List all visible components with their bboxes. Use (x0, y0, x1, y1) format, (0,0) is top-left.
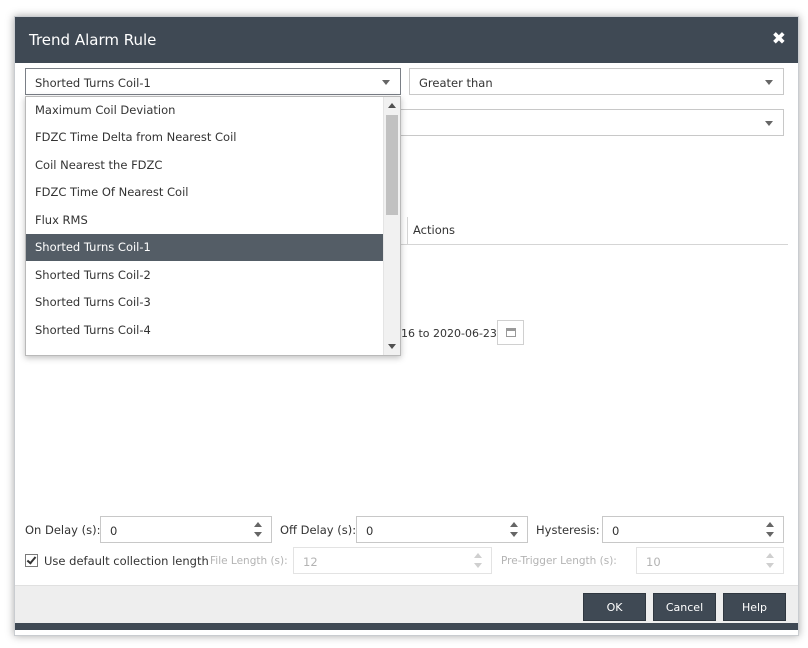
calendar-icon (506, 328, 516, 337)
list-item[interactable]: Flux RMS (26, 207, 383, 234)
parameter-select[interactable]: Shorted Turns Coil-1 (25, 68, 401, 95)
condition-select[interactable]: Greater than (409, 68, 784, 95)
condition-select-value: Greater than (419, 76, 493, 90)
scrollbar-thumb[interactable] (386, 115, 398, 215)
parameter-dropdown-list[interactable]: Maximum Coil Deviation FDZC Time Delta f… (25, 96, 401, 356)
spinner-arrows-icon[interactable] (254, 522, 263, 538)
off-delay-value: 0 (366, 524, 374, 538)
list-item[interactable]: Shorted Turns Coil-2 (26, 262, 383, 289)
list-item[interactable]: Shorted Turns Coil-3 (26, 289, 383, 316)
tab-separator (407, 217, 408, 245)
list-item[interactable]: Maximum Coil Deviation (26, 97, 383, 124)
dropdown-scrollbar[interactable] (383, 97, 400, 355)
date-range-text: -16 to 2020-06-23 (397, 327, 497, 340)
file-length-input[interactable]: 12 (293, 547, 492, 574)
calendar-button[interactable] (497, 320, 524, 345)
hysteresis-label: Hysteresis: (536, 523, 600, 537)
use-default-checkbox[interactable] (25, 554, 38, 567)
hysteresis-value: 0 (612, 524, 620, 538)
pre-trigger-value: 10 (646, 555, 661, 569)
dialog-titlebar: Trend Alarm Rule ✖ (15, 17, 798, 63)
off-delay-input[interactable]: 0 (356, 516, 528, 543)
on-delay-input[interactable]: 0 (100, 516, 272, 543)
scroll-down-icon[interactable] (388, 344, 396, 349)
trend-alarm-rule-dialog: Trend Alarm Rule ✖ Shorted Turns Coil-1 … (14, 16, 799, 636)
list-item[interactable]: Shorted Turns Coil-4 (26, 317, 383, 344)
off-delay-label: Off Delay (s): (280, 523, 357, 537)
spinner-arrows-icon (766, 553, 775, 569)
spinner-arrows-icon[interactable] (766, 522, 775, 538)
tab-actions[interactable]: Actions (413, 215, 455, 245)
close-icon[interactable]: ✖ (772, 29, 786, 49)
cancel-button[interactable]: Cancel (653, 593, 716, 621)
file-length-label: File Length (s): (210, 555, 288, 567)
ok-button[interactable]: OK (583, 593, 646, 621)
list-item[interactable]: FDZC Time Delta from Nearest Coil (26, 124, 383, 151)
on-delay-value: 0 (110, 524, 118, 538)
scroll-up-icon[interactable] (388, 103, 396, 108)
hysteresis-input[interactable]: 0 (602, 516, 784, 543)
list-item[interactable]: FDZC Time Of Nearest Coil (26, 179, 383, 206)
spinner-arrows-icon[interactable] (510, 522, 519, 538)
chevron-down-icon (765, 80, 773, 85)
dialog-title: Trend Alarm Rule (29, 31, 157, 49)
file-length-value: 12 (303, 555, 318, 569)
pre-trigger-label: Pre-Trigger Length (s): (501, 555, 617, 567)
chevron-down-icon (765, 121, 773, 126)
use-default-label[interactable]: Use default collection length (44, 554, 209, 568)
on-delay-label: On Delay (s): (25, 523, 101, 537)
chevron-down-icon (382, 80, 390, 85)
help-button[interactable]: Help (723, 593, 786, 621)
list-item[interactable]: Coil Nearest the FDZC (26, 152, 383, 179)
spinner-arrows-icon (474, 553, 483, 569)
parameter-select-value: Shorted Turns Coil-1 (35, 76, 151, 90)
footer-bar (15, 623, 798, 630)
checkmark-icon (26, 554, 37, 565)
pre-trigger-input[interactable]: 10 (636, 547, 784, 574)
list-item-selected[interactable]: Shorted Turns Coil-1 (26, 234, 383, 261)
